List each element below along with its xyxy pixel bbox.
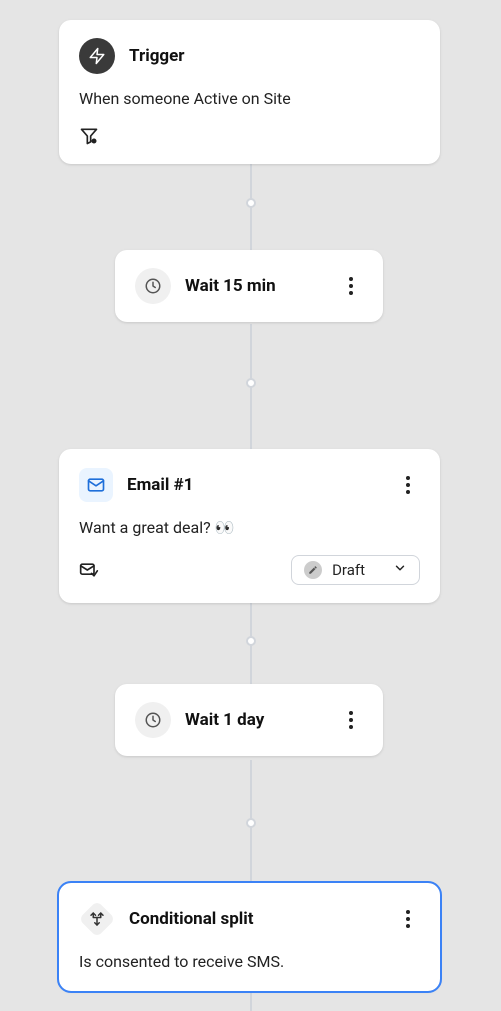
connector-line (250, 992, 252, 1011)
wait-label: Wait 15 min (185, 276, 276, 296)
split-description: Is consented to receive SMS. (79, 951, 420, 973)
smart-send-icon[interactable] (79, 560, 99, 580)
connector-dot[interactable] (246, 636, 256, 646)
status-label: Draft (332, 561, 365, 579)
filter-profile-icon[interactable] (79, 126, 99, 146)
lightning-icon (79, 38, 115, 74)
trigger-title: Trigger (129, 46, 185, 66)
flow-canvas[interactable]: Trigger When someone Active on Site Wait… (0, 0, 501, 1011)
chevron-down-icon (393, 561, 407, 579)
connector-dot[interactable] (246, 378, 256, 388)
connector-dot[interactable] (246, 818, 256, 828)
email-title: Email #1 (127, 475, 193, 495)
wait-card[interactable]: Wait 15 min (115, 250, 383, 322)
more-menu-button[interactable] (339, 702, 363, 738)
more-menu-button[interactable] (396, 467, 420, 503)
email-card[interactable]: Email #1 Want a great deal? 👀 Draft (59, 449, 440, 603)
trigger-card[interactable]: Trigger When someone Active on Site (59, 20, 440, 164)
email-subject: Want a great deal? 👀 (79, 517, 420, 539)
email-icon (79, 468, 113, 502)
more-menu-button[interactable] (396, 901, 420, 937)
clock-icon (135, 268, 171, 304)
conditional-split-card[interactable]: Conditional split Is consented to receiv… (59, 883, 440, 991)
draft-status-icon (304, 561, 322, 579)
split-icon (79, 901, 115, 937)
connector-dot[interactable] (246, 198, 256, 208)
split-title: Conditional split (129, 909, 254, 929)
more-menu-button[interactable] (339, 268, 363, 304)
wait-card[interactable]: Wait 1 day (115, 684, 383, 756)
status-dropdown[interactable]: Draft (291, 555, 420, 585)
trigger-description: When someone Active on Site (79, 88, 420, 110)
clock-icon (135, 702, 171, 738)
wait-label: Wait 1 day (185, 710, 264, 730)
